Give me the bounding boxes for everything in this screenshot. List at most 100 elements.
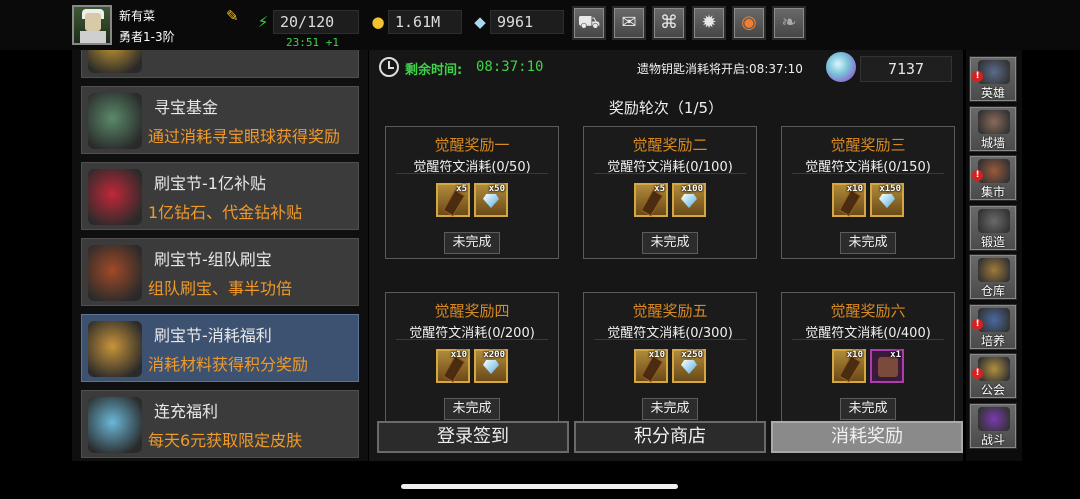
nav-button[interactable]: ! 集市: [969, 155, 1017, 201]
gem-item-icon[interactable]: x200: [474, 349, 508, 383]
reward-card: 觉醒奖励一 觉醒符文消耗(0/50) x5 x50 未完成: [385, 126, 559, 259]
reward-title: 觉醒奖励一: [434, 136, 510, 154]
gem-item-icon[interactable]: x250: [672, 349, 706, 383]
event-item-treasure-fund[interactable]: 寻宝基金 通过消耗寻宝眼球获得奖励: [81, 86, 359, 154]
nav-label: 英雄: [980, 86, 1005, 100]
settings-gear-icon[interactable]: ✹: [692, 6, 726, 40]
nav-label: 公会: [980, 383, 1005, 397]
reward-status-button[interactable]: 未完成: [642, 398, 698, 420]
alert-badge-icon: !: [972, 71, 983, 82]
reward-card: 觉醒奖励四 觉醒符文消耗(0/200) x10 x200 未完成: [385, 292, 559, 425]
tab-consume-reward[interactable]: 消耗奖励: [771, 421, 963, 453]
reward-status-button[interactable]: 未完成: [840, 232, 896, 254]
scroll-item-icon[interactable]: x10: [832, 349, 866, 383]
divider: [792, 339, 944, 340]
alert-badge-icon: !: [972, 368, 983, 379]
nav-icon: [978, 307, 1010, 332]
reward-title: 觉醒奖励三: [830, 136, 906, 154]
nav-button[interactable]: 锻造: [969, 204, 1017, 251]
reward-status-button[interactable]: 未完成: [444, 398, 500, 420]
reward-status-button[interactable]: 未完成: [642, 232, 698, 254]
event-desc: 1亿钻石、代金钻补贴: [148, 203, 303, 222]
event-title: 寻宝基金: [154, 98, 219, 117]
treasure-bag-icon: [88, 93, 142, 149]
nav-icon: [978, 60, 1010, 84]
scroll-item-icon[interactable]: x10: [832, 183, 866, 217]
event-title: 连充福利: [154, 402, 219, 421]
nav-button[interactable]: 战斗: [969, 402, 1017, 449]
mail-icon[interactable]: ✉: [612, 6, 646, 40]
gem-item-icon[interactable]: x100: [672, 183, 706, 217]
nav-button[interactable]: 仓库: [969, 254, 1017, 300]
gem-item-icon[interactable]: x50: [474, 183, 508, 217]
alert-badge-icon: !: [972, 170, 983, 181]
avatar-face: [85, 13, 101, 31]
player-rank: 勇者1-3阶: [119, 30, 175, 44]
color-wheel-icon[interactable]: ◉: [732, 6, 766, 40]
tab-login-signin[interactable]: 登录签到: [377, 421, 569, 453]
event-title: 刷宝节-1亿补贴: [154, 174, 266, 193]
event-title: 刷宝节-消耗福利: [154, 326, 272, 345]
relic-key-notice: 遗物钥匙消耗将开启:08:37:10: [637, 62, 803, 76]
event-item-consume-welfare[interactable]: 刷宝节-消耗福利 消耗材料获得积分奖励: [81, 314, 359, 382]
player-name: 新有菜: [119, 9, 156, 23]
nav-button[interactable]: ! 培养: [969, 303, 1017, 350]
event-item-partial[interactable]: [81, 50, 359, 78]
event-item-team-farm[interactable]: 刷宝节-组队刷宝 组队刷宝、事半功倍: [81, 238, 359, 306]
nav-label: 战斗: [980, 432, 1005, 447]
gamepad-icon[interactable]: ⌘: [652, 6, 686, 40]
reward-status-button[interactable]: 未完成: [840, 398, 896, 420]
divider: [396, 173, 548, 174]
scroll-item-icon[interactable]: x10: [634, 349, 668, 383]
gem-item-icon[interactable]: x150: [870, 183, 904, 217]
item-quantity: x10: [846, 184, 863, 194]
gold-icon: ●: [371, 13, 385, 31]
event-desc: 组队刷宝、事半功倍: [148, 279, 293, 298]
gold-value: 1.61M: [388, 10, 462, 34]
diamond-value: 9961: [490, 10, 564, 34]
nav-label: 城墙: [980, 135, 1005, 150]
scroll-item-icon[interactable]: x5: [634, 183, 668, 217]
home-indicator[interactable]: [401, 484, 678, 489]
reward-title: 觉醒奖励五: [632, 302, 708, 320]
scroll-item-icon[interactable]: x5: [436, 183, 470, 217]
crystal-count: 7137: [860, 56, 952, 82]
nav-icon: [978, 109, 1010, 134]
crystal-orb-icon: [826, 52, 856, 82]
shop-cart-icon[interactable]: ⛟: [572, 6, 606, 40]
item-quantity: x250: [681, 350, 703, 360]
item-quantity: x200: [483, 350, 505, 360]
event-item-subsidy[interactable]: 刷宝节-1亿补贴 1亿钻石、代金钻补贴: [81, 162, 359, 230]
rune-item-icon[interactable]: x1: [870, 349, 904, 383]
energy-icon: ⚡: [257, 13, 269, 31]
item-quantity: x100: [681, 184, 703, 194]
divider: [396, 339, 548, 340]
nav-button[interactable]: 城墙: [969, 105, 1017, 152]
scroll-item-icon[interactable]: x10: [436, 349, 470, 383]
energy-value: 20/120: [273, 10, 359, 34]
nav-label: 集市: [980, 185, 1005, 199]
divider: [792, 173, 944, 174]
wings-icon[interactable]: ❧: [772, 6, 806, 40]
nav-button[interactable]: ! 公会: [969, 353, 1017, 399]
event-icon: [88, 50, 142, 73]
tab-points-shop[interactable]: 积分商店: [574, 421, 766, 453]
event-desc: 消耗材料获得积分奖励: [148, 355, 309, 374]
bottom-tab-bar: 登录签到 积分商店 消耗奖励: [377, 421, 963, 453]
player-avatar[interactable]: [72, 5, 112, 45]
event-list[interactable]: 寻宝基金 通过消耗寻宝眼球获得奖励 刷宝节-1亿补贴 1亿钻石、代金钻补贴 刷宝…: [72, 50, 368, 461]
avatar-body: [80, 31, 106, 43]
open-chest-icon: [88, 321, 142, 377]
reward-card: 觉醒奖励五 觉醒符文消耗(0/300) x10 x250 未完成: [583, 292, 757, 425]
nav-icon: [978, 357, 1010, 381]
nav-button[interactable]: ! 英雄: [969, 56, 1017, 102]
reward-card: 觉醒奖励六 觉醒符文消耗(0/400) x10 x1 未完成: [781, 292, 955, 425]
energy-timer: 23:51 +1: [286, 36, 339, 49]
edit-name-icon[interactable]: ✎: [226, 8, 242, 24]
event-desc: 通过消耗寻宝眼球获得奖励: [148, 127, 341, 146]
reward-status-button[interactable]: 未完成: [444, 232, 500, 254]
nav-label: 培养: [980, 333, 1005, 348]
remain-time-label: 剩余时间:: [405, 63, 463, 78]
event-item-recharge[interactable]: 连充福利 每天6元获取限定皮肤: [81, 390, 359, 458]
right-nav: ! 英雄 城墙 ! 集市 锻造 仓库 ! 培养 ! 公会 战斗: [966, 50, 1022, 461]
